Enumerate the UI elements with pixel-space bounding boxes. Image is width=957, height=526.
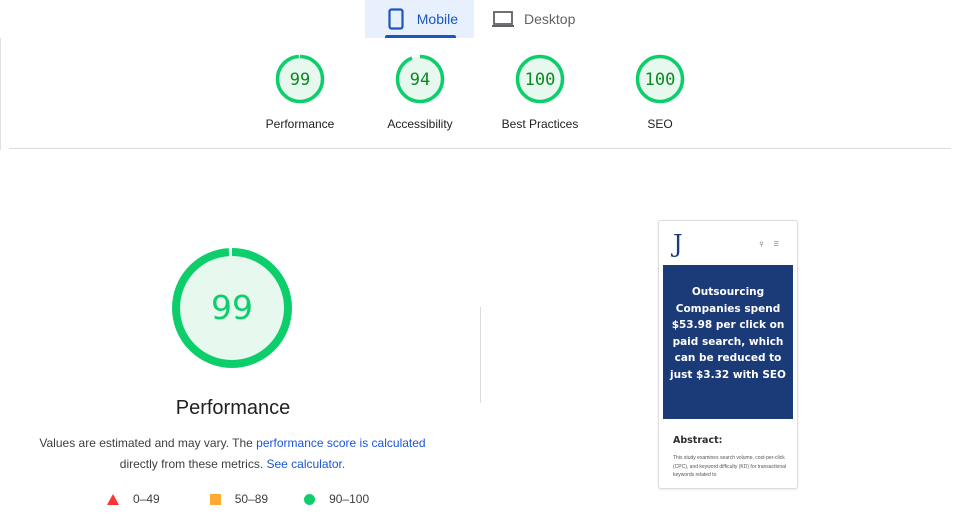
legend-pass: 90–100 [304,492,369,506]
desc-prefix: Values are estimated and may vary. The [39,436,257,450]
gauge-best-practices-label: Best Practices [501,117,579,131]
tab-mobile-label: Mobile [416,11,458,27]
device-tabs: Mobile Desktop [365,0,591,38]
gauge-seo-ring: 100 [635,54,685,104]
gauge-accessibility-label: Accessibility [387,117,453,131]
gauge-performance-score: 99 [290,70,310,90]
gauge-seo[interactable]: 100 SEO [600,53,720,131]
performance-title: Performance [175,397,291,419]
screenshot-abstract-text: This study examines search volume, cost-… [673,455,787,478]
gauge-performance[interactable]: 99 Performance [240,53,360,131]
final-screenshot-thumbnail[interactable]: J ⚲ ☰ Outsourcing Companies spend $53.98… [658,220,798,489]
screenshot-banner: Outsourcing Companies spend $53.98 per c… [663,265,793,419]
legend-fail-range: 0–49 [133,492,160,506]
gauge-best-practices-ring: 100 [515,54,565,104]
screenshot-header: J ⚲ ☰ [659,221,797,265]
desc-middle: directly from these metrics. [119,457,267,471]
green-circle-icon [304,493,316,505]
performance-description: Values are estimated and may vary. The p… [30,433,435,475]
score-legend: 0–49 50–89 90–100 [107,492,399,506]
gauge-accessibility[interactable]: 94 Accessibility [360,53,480,131]
legend-average: 50–89 [209,492,269,506]
tab-mobile[interactable]: Mobile [365,0,474,38]
vertical-divider [480,307,481,403]
legend-average-range: 50–89 [234,492,269,506]
screenshot-abstract-heading: Abstract: [673,435,723,446]
gauge-seo-score: 100 [645,70,676,90]
legend-pass-range: 90–100 [329,492,370,506]
red-triangle-icon [107,493,119,505]
performance-score-link[interactable]: performance score is calculated [256,436,425,450]
gauge-seo-label: SEO [647,117,673,131]
mobile-phone-icon [385,8,407,30]
gauge-accessibility-ring: 94 [395,54,445,104]
orange-square-icon [209,493,221,505]
gauge-best-practices[interactable]: 100 Best Practices [480,53,600,131]
menu-icon: ☰ [773,242,779,248]
gauge-best-practices-score: 100 [525,70,556,90]
panel-border [0,38,1,150]
performance-score-large: 99 [211,288,253,327]
legend-fail: 0–49 [107,492,160,506]
tab-desktop-label: Desktop [524,11,576,27]
tab-desktop[interactable]: Desktop [474,0,591,38]
search-icon: ⚲ [759,242,764,248]
gauge-performance-ring: 99 [275,54,325,104]
laptop-icon [492,8,514,30]
performance-gauge-large: 99 [170,246,294,375]
gauge-accessibility-score: 94 [410,70,430,90]
gauge-performance-label: Performance [265,117,335,131]
see-calculator-link[interactable]: See calculator. [266,457,345,471]
section-divider [9,148,951,149]
site-logo: J [673,230,683,258]
